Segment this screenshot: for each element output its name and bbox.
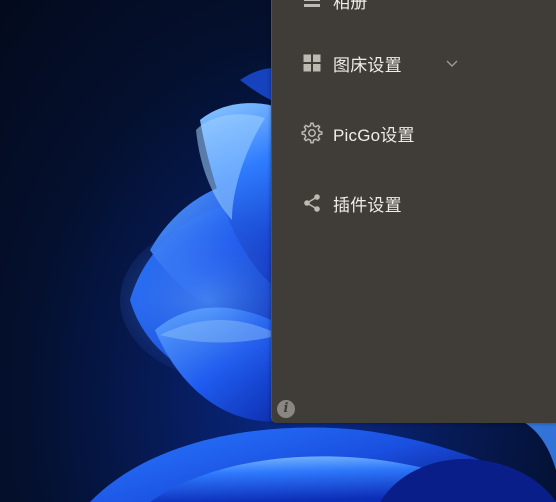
gear-icon <box>301 122 323 144</box>
menu-item-label: 插件设置 <box>333 195 402 215</box>
menu-item-picbed-settings[interactable]: 图床设置 <box>272 41 556 85</box>
menu-item-label: 相册 <box>333 0 368 12</box>
grid-icon <box>301 52 323 74</box>
chevron-down-icon[interactable] <box>445 56 459 70</box>
menu-item-picgo-settings[interactable]: PicGo设置 <box>272 111 556 155</box>
menu-item-plugin-settings[interactable]: 插件设置 <box>272 181 556 225</box>
share-icon <box>301 192 323 214</box>
menu-item-album[interactable]: 相册 <box>272 0 556 22</box>
menu-item-label: 图床设置 <box>333 55 402 75</box>
desktop: 相册 图床设置 PicGo设置 插件设置 i <box>0 0 556 502</box>
list-icon <box>301 0 323 11</box>
side-menu: 相册 图床设置 PicGo设置 插件设置 <box>271 0 556 423</box>
info-icon[interactable]: i <box>277 400 295 418</box>
menu-item-label: PicGo设置 <box>333 125 415 145</box>
